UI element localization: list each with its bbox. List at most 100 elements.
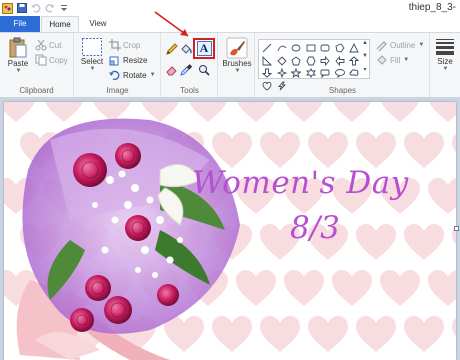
heart-shape	[402, 222, 446, 262]
tab-home[interactable]: Home	[41, 16, 79, 32]
magnifier-tool[interactable]	[197, 63, 210, 76]
triangle-shape[interactable]	[349, 43, 359, 53]
drawing-canvas[interactable]: Women's Day 8/3	[4, 102, 456, 360]
customize-toolbar-icon[interactable]	[58, 3, 69, 14]
shapes-more-icon[interactable]: ▾	[361, 66, 369, 73]
text-tool-button[interactable]: A	[193, 38, 215, 59]
right-arrow-shape[interactable]	[320, 55, 330, 66]
polygon-shape[interactable]	[334, 43, 345, 53]
heart-shape	[402, 314, 446, 354]
curve-shape[interactable]	[277, 43, 287, 53]
five-point-star-shape[interactable]	[291, 68, 301, 78]
tools-group: A Tools	[162, 33, 218, 97]
eraser-icon	[165, 65, 177, 75]
paste-dropdown-icon: ▼	[15, 68, 22, 74]
redo-icon[interactable]	[44, 3, 55, 14]
copy-icon	[35, 54, 47, 66]
tab-view[interactable]: View	[80, 16, 116, 32]
save-icon[interactable]	[16, 3, 27, 14]
select-rectangle-icon	[82, 38, 102, 56]
paint-app-icon[interactable]	[2, 2, 13, 14]
up-arrow-shape[interactable]	[349, 55, 359, 66]
canvas-workspace: Women's Day 8/3	[0, 98, 460, 360]
ribbon: Paste ▼ Cut Copy Clipboard Select ▼ Crop…	[0, 32, 460, 98]
pentagon-shape[interactable]	[291, 55, 301, 66]
six-point-star-shape[interactable]	[305, 68, 316, 78]
four-point-star-shape[interactable]	[276, 68, 287, 78]
scissors-icon	[35, 39, 47, 51]
crop-label: Crop	[123, 40, 141, 50]
eraser-tool[interactable]	[165, 63, 178, 76]
diamond-shape[interactable]	[276, 55, 287, 66]
lightning-shape[interactable]	[277, 81, 287, 91]
tab-file[interactable]: File	[0, 16, 40, 32]
shape-fill-icon	[377, 55, 387, 65]
eyedropper-icon	[179, 63, 192, 76]
color-picker-tool[interactable]	[179, 63, 192, 76]
clipboard-group-label: Clipboard	[19, 86, 54, 95]
window-title: thiep_8_3-	[408, 2, 456, 13]
pencil-tool[interactable]	[165, 42, 178, 55]
hexagon-shape[interactable]	[305, 56, 316, 66]
rotate-button[interactable]: Rotate ▼	[109, 69, 156, 81]
size-label: Size	[437, 57, 453, 66]
canvas-resize-handle-right[interactable]	[454, 226, 459, 231]
heart-shape	[306, 314, 350, 354]
fill-dropdown-icon: ▼	[403, 57, 410, 63]
shapes-scroll-up-icon[interactable]: ▲	[361, 40, 369, 46]
shapes-scroll-down-icon[interactable]: ▼	[361, 53, 369, 59]
brushes-group: Brushes ▼	[219, 33, 255, 97]
clipboard-group: Paste ▼ Cut Copy Clipboard	[0, 33, 74, 97]
crop-icon	[109, 39, 121, 51]
heart-shape	[426, 268, 456, 308]
rounded-rectangle-shape[interactable]	[320, 43, 330, 53]
fill-button[interactable]: Fill ▼	[376, 54, 409, 66]
copy-button[interactable]: Copy	[35, 54, 68, 66]
cloud-callout-shape[interactable]	[349, 68, 359, 78]
down-arrow-shape[interactable]	[262, 68, 272, 78]
heart-shape	[330, 102, 374, 124]
rotate-dropdown-icon: ▼	[149, 72, 156, 78]
brushes-button[interactable]: Brushes ▼	[221, 37, 253, 74]
fill-label: Fill	[390, 55, 401, 65]
oval-callout-shape[interactable]	[334, 68, 345, 78]
outline-icon	[376, 41, 387, 51]
crop-button[interactable]: Crop	[109, 39, 140, 51]
heart-shape	[306, 130, 350, 170]
paste-label: Paste	[7, 59, 29, 68]
size-button[interactable]: Size ▼	[432, 37, 458, 81]
heart-shape	[378, 268, 422, 308]
line-shape[interactable]	[262, 43, 272, 53]
cut-button[interactable]: Cut	[35, 39, 61, 51]
cut-label: Cut	[49, 40, 62, 50]
fill-tool[interactable]	[179, 42, 192, 55]
oval-shape[interactable]	[291, 43, 301, 53]
heart-shape	[378, 102, 422, 124]
paint-window: thiep_8_3- File Home View Paste ▼ Cut Co…	[0, 0, 460, 360]
card-date-text: 8/3	[290, 210, 340, 246]
select-dropdown-icon: ▼	[89, 66, 96, 72]
card-title-text: Women's Day	[192, 165, 409, 201]
rotate-label: Rotate	[123, 70, 147, 80]
select-button[interactable]: Select ▼	[78, 37, 106, 72]
left-arrow-shape[interactable]	[334, 55, 345, 66]
right-triangle-shape[interactable]	[262, 55, 272, 66]
rectangle-shape[interactable]	[306, 43, 316, 53]
rotate-icon	[109, 70, 120, 81]
heart-shape	[450, 130, 456, 170]
resize-label: Resize	[123, 55, 148, 65]
clipboard-icon	[9, 37, 27, 58]
brushes-dropdown-icon: ▼	[234, 68, 241, 74]
heart-shape	[402, 130, 446, 170]
outline-button[interactable]: Outline ▼	[376, 39, 424, 51]
undo-icon[interactable]	[30, 3, 41, 14]
heart-shape	[282, 102, 326, 124]
tools-group-label: Tools	[180, 86, 199, 95]
paste-button[interactable]: Paste ▼	[4, 37, 32, 74]
resize-button[interactable]: Resize	[109, 54, 147, 66]
heart-shape	[354, 130, 398, 170]
heart-shape-tool[interactable]	[262, 81, 272, 91]
outline-label: Outline	[390, 40, 416, 50]
rounded-callout-shape[interactable]	[320, 68, 330, 78]
heart-shape	[258, 314, 302, 354]
